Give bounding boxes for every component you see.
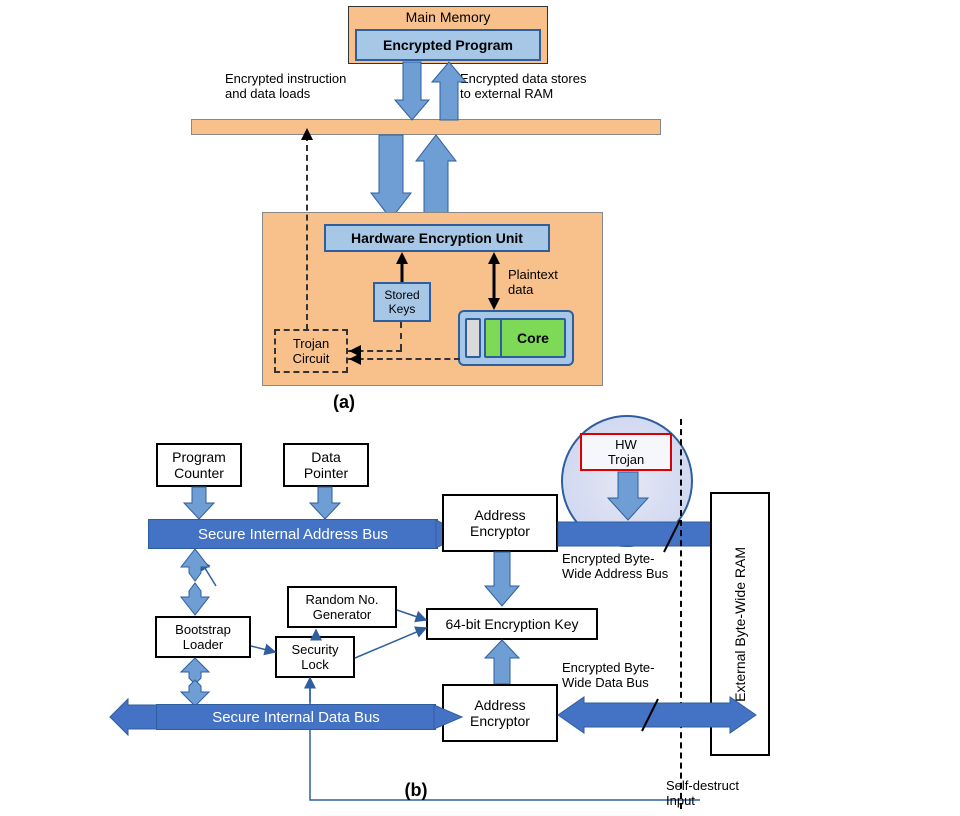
boundary-line xyxy=(680,419,682,809)
doublearrow-bootstrap-bot xyxy=(175,658,215,708)
hw-trojan-box: HW Trojan xyxy=(580,433,672,471)
arrow-dp-bus xyxy=(310,487,340,521)
rng-box: Random No. Generator xyxy=(287,586,397,628)
stored-keys-label: Stored Keys xyxy=(384,288,419,316)
bootstrap-label: Bootstrap Loader xyxy=(175,622,231,652)
arrow-hwtrojan-down xyxy=(608,472,648,522)
heu-label: Hardware Encryption Unit xyxy=(351,230,523,246)
data-bus-label: Secure Internal Data Bus xyxy=(212,709,380,726)
doublearrow-bootstrap-top xyxy=(175,549,215,617)
bootstrap-box: Bootstrap Loader xyxy=(155,616,251,658)
core-box: Core xyxy=(500,318,566,358)
enc-byte-data-label: Encrypted Byte- Wide Data Bus xyxy=(562,660,712,690)
core-label: Core xyxy=(517,330,549,346)
arrow-up-bus xyxy=(416,135,456,221)
addr-bus-label: Secure Internal Address Bus xyxy=(198,526,388,543)
slash-addr xyxy=(662,518,682,554)
enc-key-label: 64-bit Encryption Key xyxy=(445,616,578,632)
encrypted-program-label: Encrypted Program xyxy=(383,37,513,53)
rng-label: Random No. Generator xyxy=(306,592,379,622)
self-destruct-label: Self-destruct Input xyxy=(666,778,776,808)
main-memory-box: Main Memory Encrypted Program xyxy=(348,6,548,64)
black-arrow-keys xyxy=(392,252,412,282)
data-pointer-label: Data Pointer xyxy=(304,449,348,481)
plaintext-label: Plaintext data xyxy=(508,267,578,297)
sec-lock-box: Security Lock xyxy=(275,636,355,678)
hw-trojan-label: HW Trojan xyxy=(608,437,644,467)
encrypted-program-box: Encrypted Program xyxy=(355,29,541,61)
arrow-up-mem xyxy=(432,62,466,122)
arrow-enc-to-key xyxy=(485,552,519,608)
enc-key-box: 64-bit Encryption Key xyxy=(426,608,598,640)
right-caption: Encrypted data stores to external RAM xyxy=(460,71,640,101)
heu-box: Hardware Encryption Unit xyxy=(324,224,550,252)
arrow-key-up xyxy=(485,640,519,686)
arrow-pc-bus xyxy=(184,487,214,521)
program-counter-box: Program Counter xyxy=(156,443,242,487)
trojan-circuit-box: Trojan Circuit xyxy=(274,329,348,373)
label-a: (a) xyxy=(324,392,364,413)
addr-encryptor-top: Address Encryptor xyxy=(442,494,558,552)
addr-encryptor-top-label: Address Encryptor xyxy=(470,507,530,539)
enc-byte-addr-label: Encrypted Byte- Wide Address Bus xyxy=(562,551,712,581)
ext-ram-label: External Byte-Wide RAM xyxy=(732,547,748,702)
program-counter-label: Program Counter xyxy=(172,449,226,481)
stored-keys-box: Stored Keys xyxy=(373,282,431,322)
left-caption: Encrypted instruction and data loads xyxy=(225,71,395,101)
black-arrow-core xyxy=(484,252,504,312)
data-bus-larrow xyxy=(110,699,160,735)
addr-encryptor-bot-label: Address Encryptor xyxy=(470,697,530,729)
data-pointer-box: Data Pointer xyxy=(283,443,369,487)
data-bus: Secure Internal Data Bus xyxy=(156,704,436,730)
slash-data xyxy=(640,697,660,733)
main-memory-label: Main Memory xyxy=(406,9,491,25)
core-strip xyxy=(465,318,481,358)
arrow-down-bus xyxy=(371,135,411,221)
trojan-circuit-label: Trojan Circuit xyxy=(293,336,330,366)
sec-lock-label: Security Lock xyxy=(292,642,339,672)
addr-bus: Secure Internal Address Bus xyxy=(148,519,438,549)
dash-arrow-trojan-core xyxy=(349,352,363,366)
data-bus-rarrow xyxy=(434,699,464,735)
label-b: (b) xyxy=(396,780,436,801)
dash-arrow-trojan-bus xyxy=(299,128,315,142)
arrow-down-mem xyxy=(395,62,429,122)
